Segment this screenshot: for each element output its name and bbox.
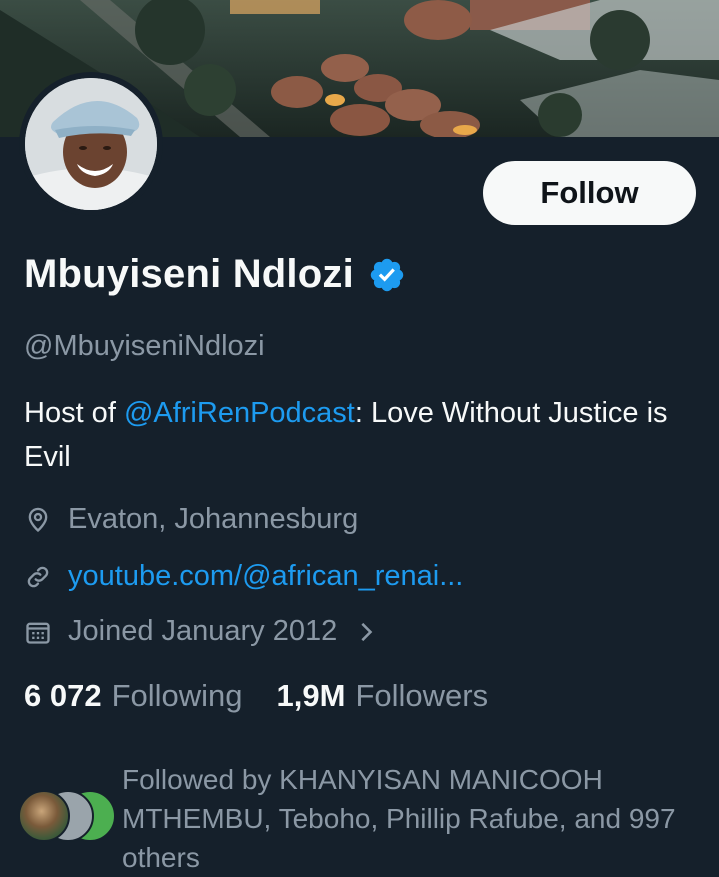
avatar-photo	[25, 78, 157, 210]
calendar-icon	[26, 622, 50, 644]
followers-count: 1,9M	[276, 678, 346, 713]
following-label: Following	[111, 678, 243, 713]
location-text: Evaton, Johannesburg	[68, 503, 359, 535]
joined-text: Joined January 2012	[68, 615, 338, 647]
follow-button[interactable]: Follow	[483, 161, 696, 225]
followers-label: Followers	[355, 678, 489, 713]
chevron-right-icon	[361, 622, 373, 641]
profile-handle: @MbuyiseniNdlozi	[24, 330, 265, 362]
profile-location: Evaton, Johannesburg	[24, 503, 358, 536]
profile-stats: 6 072 Following 1,9M Followers	[24, 678, 488, 714]
followed-by-text[interactable]: Followed by KHANYISAN MANICOOH MTHEMBU, …	[122, 760, 682, 877]
followers-facepile[interactable]	[18, 790, 118, 842]
profile-website: youtube.com/@african_renai...	[24, 560, 463, 593]
profile-name: Mbuyiseni Ndlozi	[24, 252, 354, 296]
following-count: 6 072	[24, 678, 102, 713]
followers-stat[interactable]: 1,9M Followers	[277, 678, 489, 714]
verified-badge-icon[interactable]	[368, 256, 406, 294]
bio-mention-link[interactable]: @AfriRenPodcast	[124, 397, 355, 429]
follower-avatar	[18, 790, 70, 842]
profile-joined[interactable]: Joined January 2012	[24, 615, 397, 648]
profile-name-row: Mbuyiseni Ndlozi	[24, 252, 406, 297]
profile-bio: Host of @AfriRenPodcast: Love Without Ju…	[24, 391, 694, 479]
link-icon	[27, 566, 49, 587]
bio-text: Host of	[24, 397, 124, 429]
following-stat[interactable]: 6 072 Following	[24, 678, 243, 714]
profile-avatar[interactable]	[19, 72, 163, 216]
website-link[interactable]: youtube.com/@african_renai...	[68, 560, 463, 593]
location-pin-icon	[28, 507, 48, 532]
